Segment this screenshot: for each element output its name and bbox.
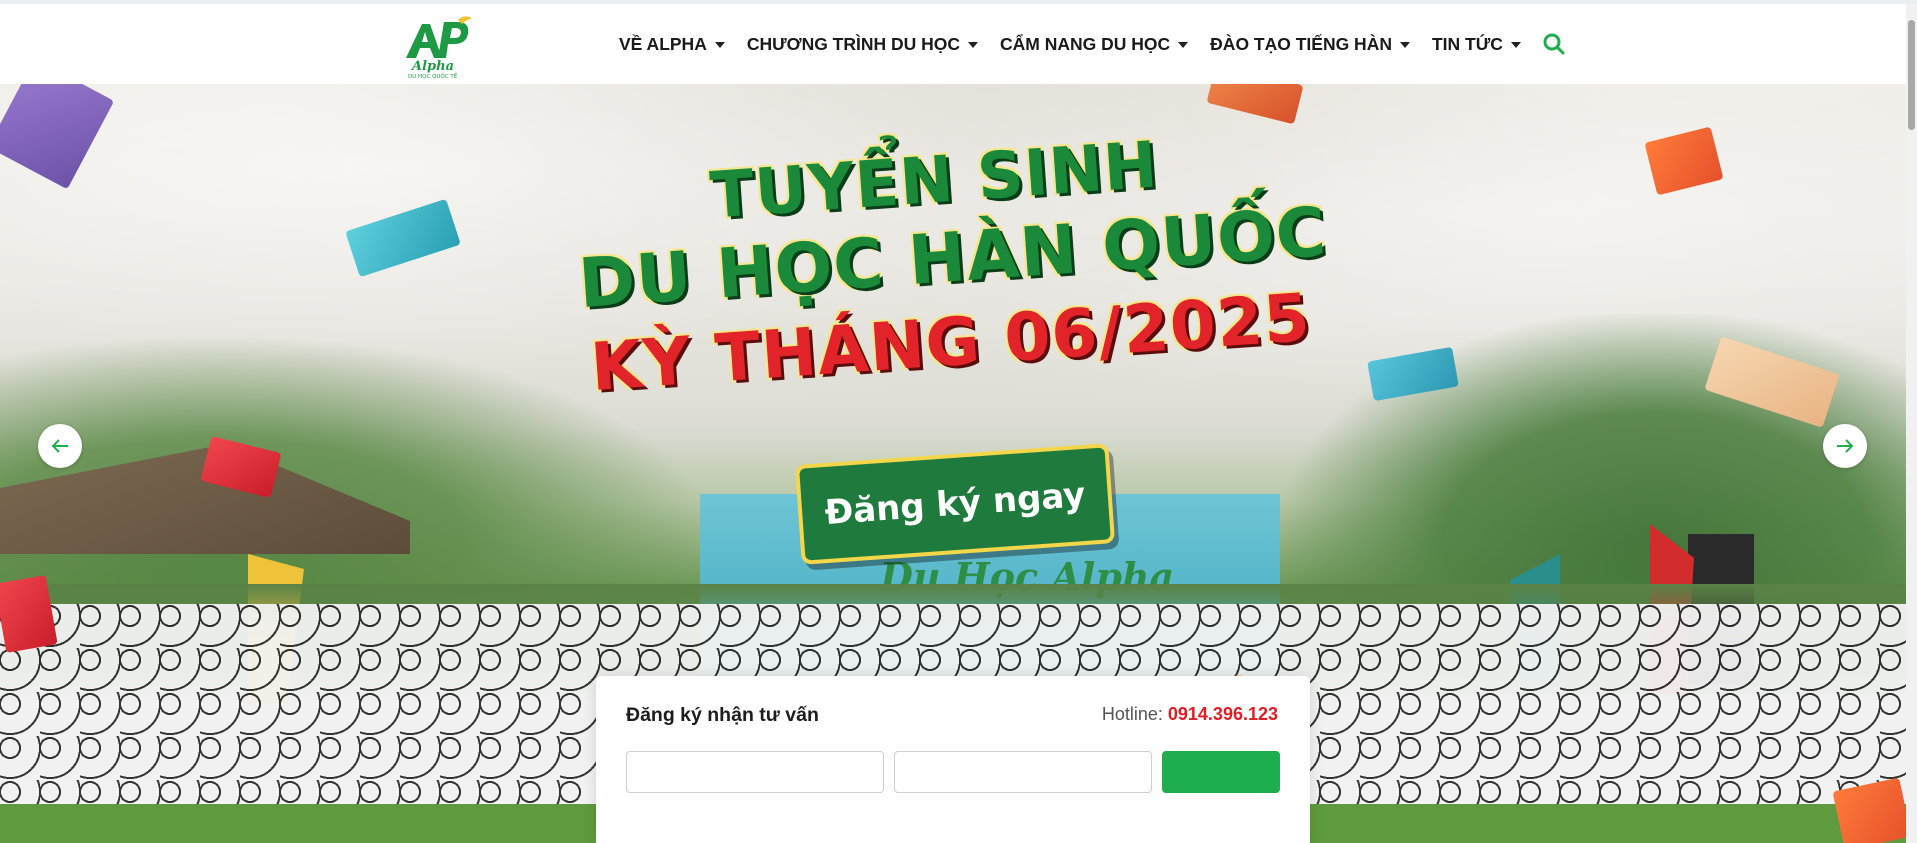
page-scrollbar[interactable]	[1906, 4, 1917, 843]
chevron-down-icon	[968, 42, 979, 48]
nav-label: ĐÀO TẠO TIẾNG HÀN	[1210, 33, 1392, 54]
scrollbar-thumb[interactable]	[1908, 20, 1915, 130]
search-icon	[1543, 33, 1565, 55]
register-now-label: Đăng ký ngay	[823, 474, 1087, 534]
chevron-down-icon	[1178, 42, 1189, 48]
name-field[interactable]	[626, 751, 884, 793]
logo-name: Alpha	[410, 59, 454, 74]
arrow-right-icon	[1837, 439, 1854, 453]
hotline: Hotline: 0914.396.123	[1102, 704, 1278, 725]
chevron-down-icon	[1399, 42, 1410, 48]
nav-label: CẨM NANG DU HỌC	[1000, 33, 1171, 54]
search-button[interactable]	[1541, 31, 1567, 57]
nav-label: VỀ ALPHA	[619, 33, 707, 54]
consultation-form-card: Đăng ký nhận tư vấn Hotline: 0914.396.12…	[596, 676, 1310, 843]
nav-label: TIN TỨC	[1431, 33, 1503, 54]
slider-next-button[interactable]	[1823, 424, 1867, 468]
chevron-down-icon	[1510, 42, 1521, 48]
slider-prev-button[interactable]	[38, 424, 82, 468]
nav-item-cam-nang-du-hoc[interactable]: CẨM NANG DU HỌC	[1000, 33, 1189, 55]
nav-label: CHƯƠNG TRÌNH DU HỌC	[746, 33, 961, 54]
nav-item-chuong-trinh-du-hoc[interactable]: CHƯƠNG TRÌNH DU HỌC	[746, 33, 979, 55]
main-nav: VỀ ALPHA CHƯƠNG TRÌNH DU HỌC CẨM NANG DU…	[619, 4, 1567, 84]
site-header: Alpha DU HỌC QUỐC TẾ VỀ ALPHA CHƯƠNG TRÌ…	[0, 4, 1906, 84]
hotline-label: Hotline:	[1101, 704, 1163, 724]
alpha-logo[interactable]: Alpha DU HỌC QUỐC TẾ	[398, 14, 478, 80]
nav-item-ve-alpha[interactable]: VỀ ALPHA	[619, 34, 725, 55]
arrow-left-icon	[51, 439, 68, 453]
hotline-number[interactable]: 0914.396.123	[1168, 704, 1278, 724]
submit-button[interactable]	[1162, 751, 1280, 793]
nav-item-dao-tao-tieng-han[interactable]: ĐÀO TẠO TIẾNG HÀN	[1210, 34, 1410, 55]
form-title: Đăng ký nhận tư vấn	[626, 704, 819, 726]
nav-item-tin-tuc[interactable]: TIN TỨC	[1432, 34, 1521, 55]
phone-field[interactable]	[894, 751, 1152, 793]
chevron-down-icon	[714, 42, 725, 48]
logo-tagline: DU HỌC QUỐC TẾ	[408, 72, 458, 80]
